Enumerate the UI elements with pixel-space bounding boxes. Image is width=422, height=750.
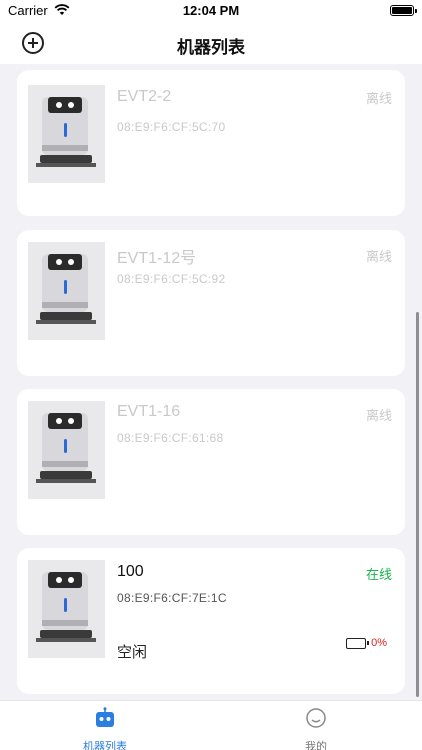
robot-mac-address: 08:E9:F6:CF:5C:70 bbox=[117, 120, 226, 134]
tab-label: 机器列表 bbox=[83, 741, 127, 750]
robot-image bbox=[28, 401, 105, 499]
status-bar: Carrier 12:04 PM bbox=[0, 0, 422, 22]
robot-card[interactable]: EVT1-12号 08:E9:F6:CF:5C:92 离线 bbox=[17, 230, 405, 376]
tab-mine[interactable]: 我的 bbox=[261, 707, 371, 750]
robot-name: EVT1-12号 bbox=[117, 250, 197, 267]
robot-list[interactable]: EVT2-2 08:E9:F6:CF:5C:70 离线 EVT1-12号 08:… bbox=[0, 64, 422, 700]
robot-work-state: 空闲 bbox=[117, 644, 148, 661]
robot-mac-address: 08:E9:F6:CF:61:68 bbox=[117, 431, 224, 445]
robot-mac-address: 08:E9:F6:CF:7E:1C bbox=[117, 591, 227, 605]
robot-icon bbox=[96, 707, 114, 727]
battery-percent: 0% bbox=[371, 637, 387, 649]
robot-name: EVT1-16 bbox=[117, 403, 181, 420]
tab-bar: 机器列表 我的 bbox=[0, 700, 422, 750]
list-scrollbar[interactable] bbox=[416, 312, 419, 697]
robot-status-label: 在线 bbox=[365, 567, 392, 582]
robot-status-label: 离线 bbox=[365, 91, 392, 106]
robot-card[interactable]: EVT2-2 08:E9:F6:CF:5C:70 离线 bbox=[17, 70, 405, 216]
page-title: 机器列表 bbox=[177, 38, 245, 57]
robot-status-label: 离线 bbox=[365, 249, 392, 264]
battery-icon bbox=[346, 637, 370, 649]
nav-bar: 机器列表 bbox=[0, 22, 422, 64]
robot-image bbox=[28, 85, 105, 183]
robot-status-label: 离线 bbox=[365, 408, 392, 423]
robot-image bbox=[28, 560, 105, 658]
robot-card[interactable]: 100 08:E9:F6:CF:7E:1C 在线 空闲 0% bbox=[17, 548, 405, 694]
robot-name: 100 bbox=[117, 563, 144, 580]
status-time: 12:04 PM bbox=[182, 3, 240, 18]
smiley-icon bbox=[306, 708, 326, 728]
robot-image bbox=[28, 242, 105, 340]
robot-card[interactable]: EVT1-16 08:E9:F6:CF:61:68 离线 bbox=[17, 389, 405, 535]
status-battery-icon bbox=[390, 5, 417, 16]
robot-name: EVT2-2 bbox=[117, 88, 172, 105]
tab-robot-list[interactable]: 机器列表 bbox=[50, 707, 160, 750]
robot-mac-address: 08:E9:F6:CF:5C:92 bbox=[117, 272, 226, 286]
tab-label: 我的 bbox=[305, 741, 327, 750]
robot-battery: 0% bbox=[346, 637, 387, 649]
